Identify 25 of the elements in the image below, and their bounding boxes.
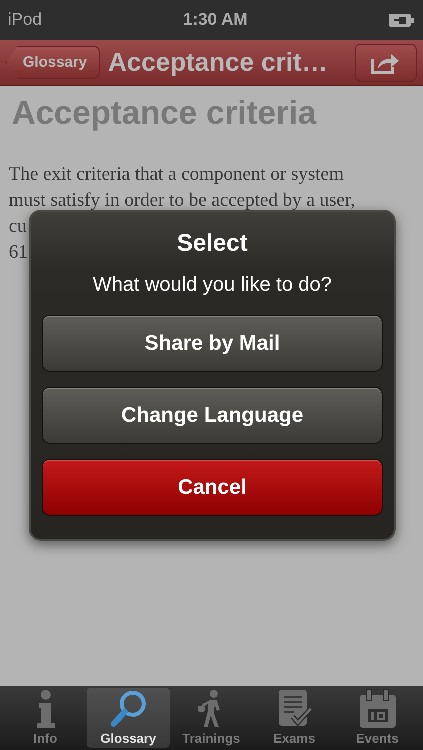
alert-title: Select [177,230,248,258]
battery-charging-icon [389,14,415,26]
calendar-icon [358,689,398,729]
article-text: must satisfy in order to be accepted by a user, [9,189,356,213]
back-button[interactable]: Glossary [6,46,100,79]
article-text: 61 [9,241,28,265]
tab[interactable]: Exams [253,688,336,748]
clock: 1:30 AM [183,10,248,30]
cancel-button[interactable]: Cancel [42,459,383,516]
search-icon [108,689,148,729]
tab[interactable]: Info [4,688,87,748]
info-icon [34,689,56,729]
tab[interactable]: Events [336,688,419,748]
tab[interactable]: Trainings [170,688,253,748]
action-button[interactable]: Share by Mail [42,315,383,372]
article-heading: Acceptance criteria [12,94,318,132]
carrier-label: iPod [8,10,42,30]
article-text: The exit criteria that a component or system [9,163,344,187]
article-text: cu [9,215,27,239]
nav-title: Acceptance crit… [108,47,329,78]
share-button[interactable] [355,44,417,82]
alert-message: What would you like to do? [92,274,332,297]
checked-document-icon [276,689,312,729]
tab[interactable]: Glossary [87,688,170,748]
action-button[interactable]: Change Language [42,387,383,444]
